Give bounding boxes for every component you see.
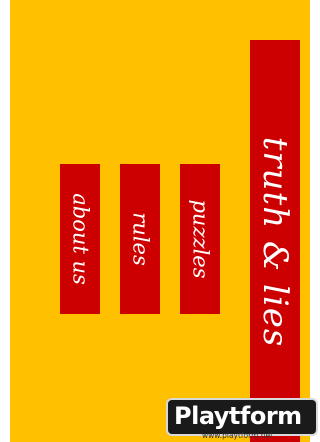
rules-label: rules	[128, 212, 153, 266]
left-frame-border	[0, 0, 10, 442]
right-frame-border	[310, 0, 320, 442]
about-us-button[interactable]: about us	[60, 164, 100, 314]
about-us-label: about us	[68, 193, 93, 285]
watermark-logo-box: Playtform	[168, 400, 316, 434]
rules-button[interactable]: rules	[120, 164, 160, 314]
watermark-logo: Playtform www.playtform.net	[168, 400, 316, 440]
watermark-url: www.playtform.net	[202, 431, 274, 440]
app-title: truth & lies	[255, 136, 295, 348]
puzzles-button[interactable]: puzzles	[180, 164, 220, 314]
app-screen: truth & lies about us rules puzzles Play…	[0, 0, 320, 442]
watermark-logo-text: Playtform	[174, 402, 302, 430]
puzzles-label: puzzles	[188, 199, 213, 279]
